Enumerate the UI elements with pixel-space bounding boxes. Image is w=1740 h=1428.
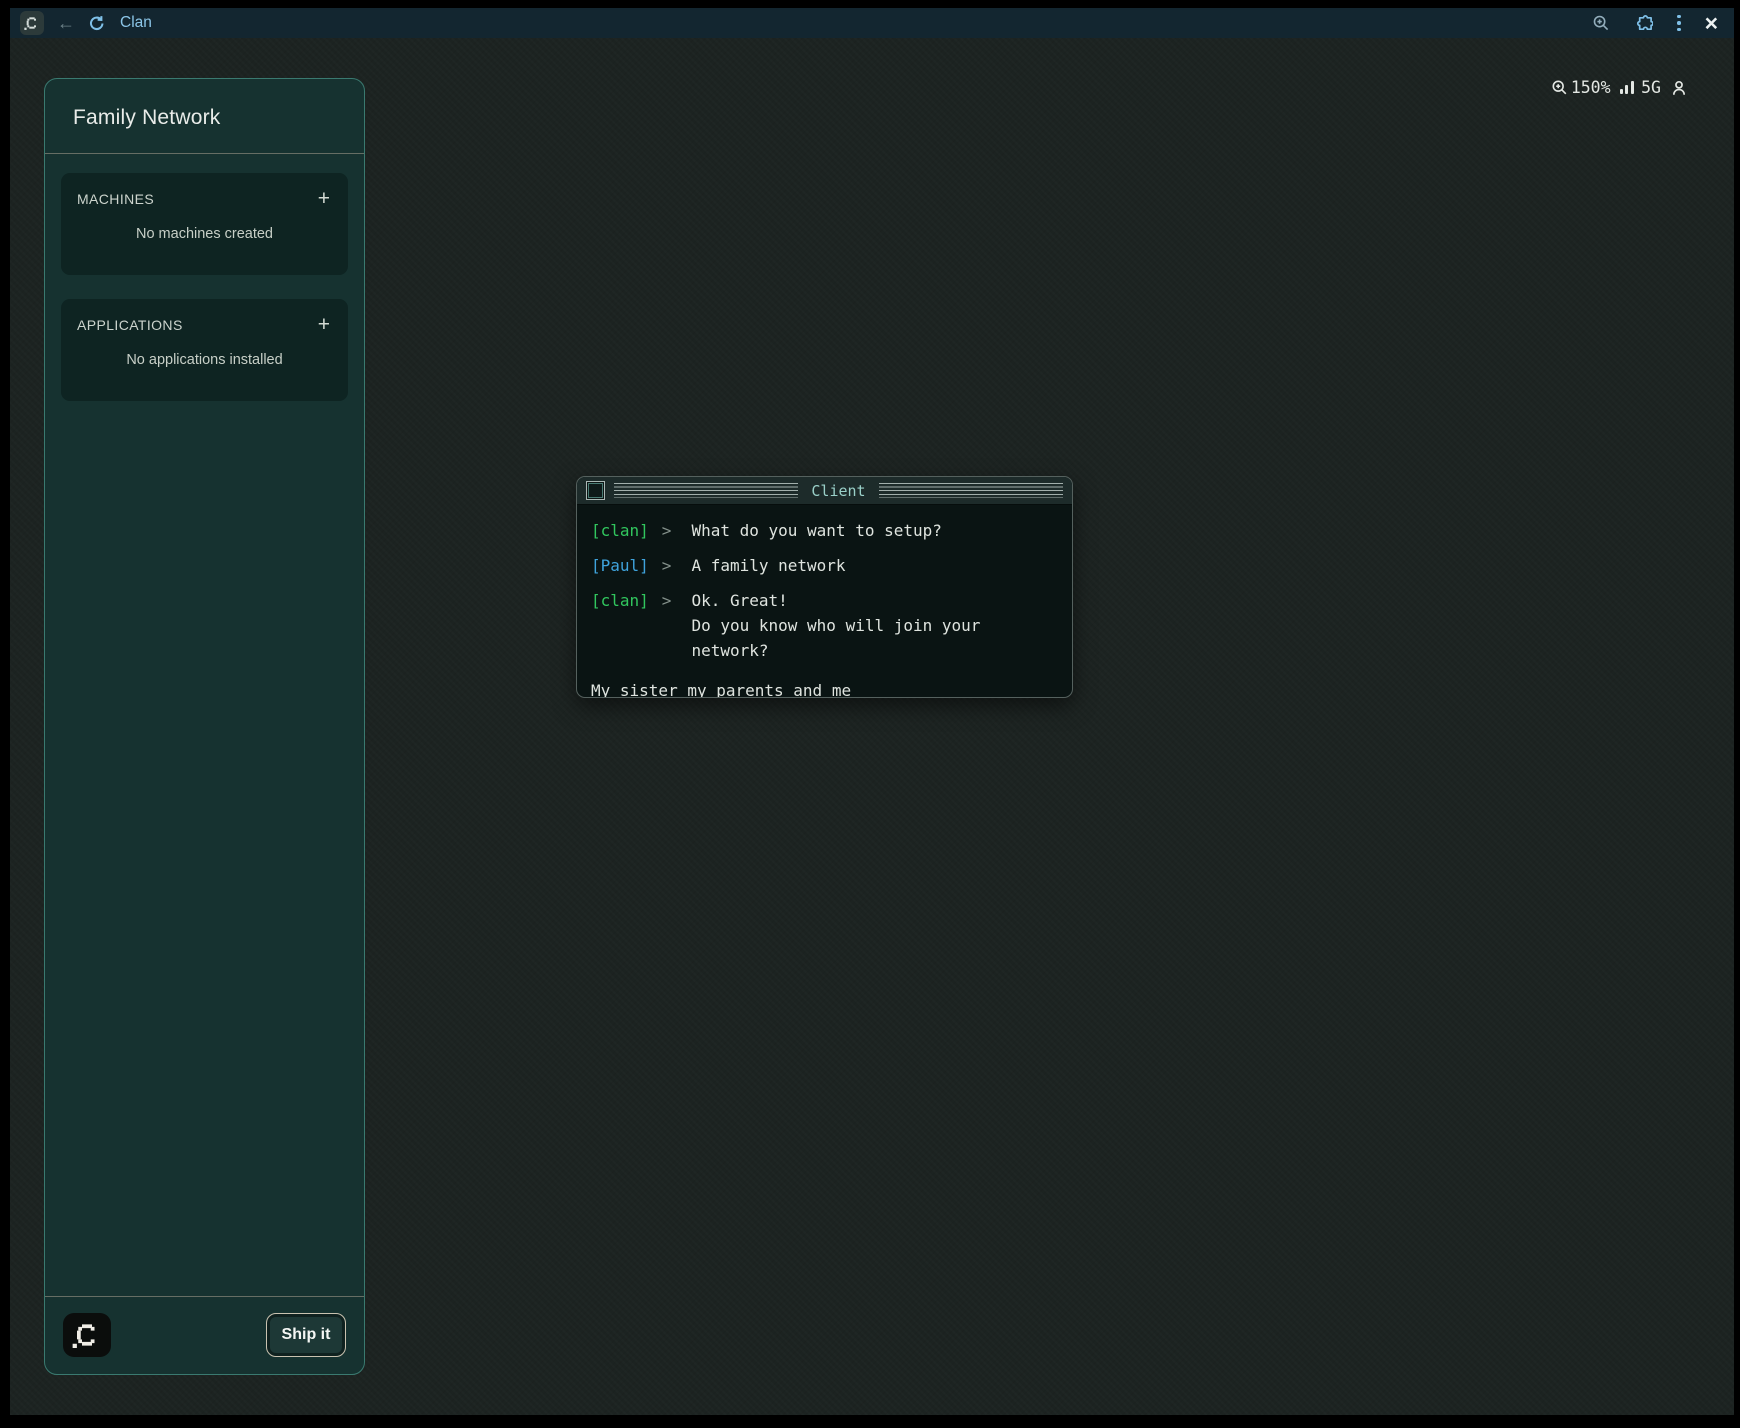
machines-empty-text: No machines created bbox=[77, 226, 332, 242]
zoom-level-value: 150% bbox=[1571, 78, 1611, 97]
message-prompt: > bbox=[662, 518, 672, 543]
applications-card: APPLICATIONS + No applications installed bbox=[61, 299, 348, 401]
app-window: ← Clan × bbox=[10, 8, 1734, 1415]
applications-empty-text: No applications installed bbox=[77, 352, 332, 368]
message-speaker: [clan] bbox=[591, 588, 649, 663]
message-speaker: [Paul] bbox=[591, 553, 649, 578]
main-content: 150% 5G Family Network MACHINE bbox=[10, 38, 1734, 1415]
close-box-icon[interactable] bbox=[586, 481, 605, 500]
message-prompt: > bbox=[662, 588, 672, 663]
terminal-body[interactable]: [clan] > What do you want to setup? [Pau… bbox=[577, 505, 1072, 698]
client-terminal-window: Client [clan] > What do you want to setu… bbox=[576, 476, 1073, 698]
applications-card-header: APPLICATIONS + bbox=[77, 314, 332, 335]
terminal-title-bar[interactable]: Client bbox=[577, 477, 1072, 505]
terminal-message: [Paul] > A family network bbox=[591, 553, 1058, 578]
tab-title: Clan bbox=[120, 14, 152, 32]
zoom-level-indicator: 150% bbox=[1551, 78, 1611, 97]
terminal-message: [clan] > What do you want to setup? bbox=[591, 518, 1058, 543]
terminal-input-line[interactable]: My sister my parents and me bbox=[591, 678, 1058, 698]
browser-actions: × bbox=[1592, 12, 1718, 35]
clan-logo-icon bbox=[63, 1313, 111, 1357]
message-prompt: > bbox=[662, 553, 672, 578]
message-text: A family network bbox=[691, 553, 845, 578]
machines-card-header: MACHINES + bbox=[77, 188, 332, 209]
ship-it-button[interactable]: Ship it bbox=[266, 1313, 346, 1357]
titlebar-stripes-left bbox=[614, 483, 798, 498]
applications-label: APPLICATIONS bbox=[77, 317, 183, 333]
sidebar-header: Family Network bbox=[45, 79, 364, 154]
network-value: 5G bbox=[1641, 78, 1661, 97]
page-title: Family Network bbox=[73, 106, 336, 130]
clan-logo-icon bbox=[20, 11, 44, 35]
sidebar-footer: Ship it bbox=[45, 1296, 364, 1374]
signal-bars-icon bbox=[1620, 81, 1635, 94]
sidebar-panel: Family Network MACHINES + No machines cr… bbox=[44, 78, 365, 1375]
message-speaker: [clan] bbox=[591, 518, 649, 543]
add-machine-button[interactable]: + bbox=[316, 188, 332, 209]
message-text: What do you want to setup? bbox=[691, 518, 941, 543]
zoom-in-icon[interactable] bbox=[1592, 14, 1610, 32]
machines-label: MACHINES bbox=[77, 191, 154, 207]
terminal-message: [clan] > Ok. Great! Do you know who will… bbox=[591, 588, 1058, 663]
network-indicator: 5G bbox=[1620, 78, 1661, 97]
machines-card: MACHINES + No machines created bbox=[61, 173, 348, 275]
back-arrow-icon[interactable]: ← bbox=[57, 14, 75, 32]
message-text: Ok. Great! Do you know who will join you… bbox=[691, 588, 1058, 663]
browser-title-bar: ← Clan × bbox=[10, 8, 1734, 38]
refresh-icon[interactable] bbox=[88, 15, 105, 32]
status-indicators: 150% 5G bbox=[1551, 78, 1688, 97]
close-icon[interactable]: × bbox=[1705, 12, 1718, 35]
sidebar-body: MACHINES + No machines created APPLICATI… bbox=[45, 154, 364, 1296]
extensions-puzzle-icon[interactable] bbox=[1634, 14, 1653, 33]
add-application-button[interactable]: + bbox=[316, 314, 332, 335]
kebab-menu-icon[interactable] bbox=[1677, 15, 1681, 32]
terminal-title: Client bbox=[807, 482, 869, 500]
titlebar-stripes-right bbox=[879, 483, 1063, 498]
magnifier-icon bbox=[1551, 79, 1568, 96]
person-icon[interactable] bbox=[1670, 79, 1688, 97]
